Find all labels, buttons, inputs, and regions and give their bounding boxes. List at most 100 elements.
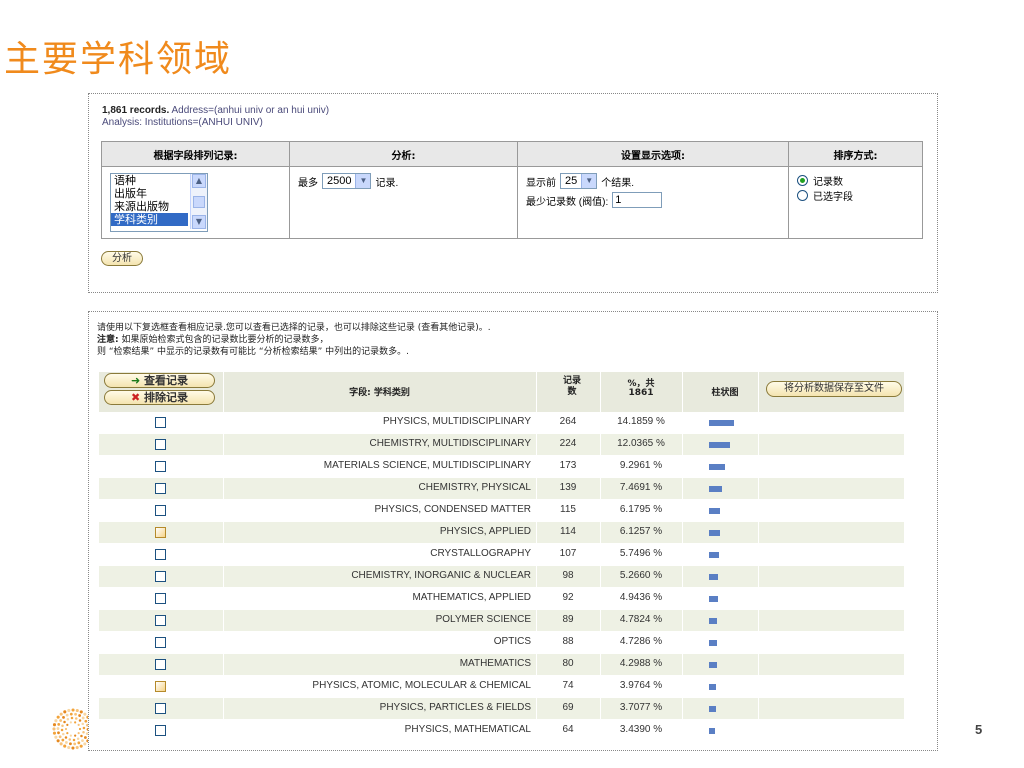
row-percent: 12.0365 % bbox=[617, 438, 665, 449]
row-field-label[interactable]: MATERIALS SCIENCE, MULTIDISCIPLINARY bbox=[324, 460, 531, 471]
column-count-header: 记录数 bbox=[562, 376, 581, 397]
row-checkbox[interactable] bbox=[155, 571, 166, 582]
note-line-2: 如果原始检索式包含的记录数比要分析的记录数多， bbox=[118, 335, 329, 345]
row-checkbox[interactable] bbox=[155, 593, 166, 604]
row-checkbox[interactable] bbox=[155, 681, 166, 692]
page-number: 5 bbox=[975, 722, 983, 737]
row-field-label[interactable]: OPTICS bbox=[494, 636, 531, 647]
row-count: 88 bbox=[562, 636, 574, 647]
row-bar bbox=[709, 530, 720, 536]
analyze-cell: 最多 2500 ▼ 记录. bbox=[289, 166, 518, 239]
row-field-label[interactable]: CHEMISTRY, MULTIDISCIPLINARY bbox=[369, 438, 531, 449]
row-field-label[interactable]: POLYMER SCIENCE bbox=[436, 614, 531, 625]
column-field-header: 字段: 学科类别 bbox=[349, 388, 410, 398]
row-checkbox[interactable] bbox=[155, 505, 166, 516]
row-count: 98 bbox=[562, 570, 574, 581]
save-to-file-button[interactable]: 将分析数据保存至文件 bbox=[766, 381, 902, 397]
row-checkbox[interactable] bbox=[155, 527, 166, 538]
row-checkbox[interactable] bbox=[155, 615, 166, 626]
row-field-label[interactable]: CHEMISTRY, INORGANIC & NUCLEAR bbox=[351, 570, 531, 581]
row-bar bbox=[709, 640, 717, 646]
analyze-button[interactable]: 分析 bbox=[101, 251, 143, 266]
row-bar bbox=[709, 662, 717, 668]
row-bar bbox=[709, 706, 716, 712]
row-field-label[interactable]: MATHEMATICS bbox=[460, 658, 531, 669]
row-count: 64 bbox=[562, 724, 574, 735]
row-percent: 6.1795 % bbox=[619, 504, 663, 515]
field-listbox[interactable]: 语种 出版年 来源出版物 学科类别 ▲ ▼ bbox=[110, 173, 208, 232]
row-checkbox[interactable] bbox=[155, 417, 166, 428]
row-bar bbox=[709, 552, 719, 558]
row-count: 224 bbox=[559, 438, 577, 449]
radio-selected-icon[interactable] bbox=[797, 175, 808, 186]
column-bar-header: 柱状图 bbox=[711, 388, 739, 398]
header-analyze: 分析: bbox=[289, 141, 518, 167]
row-bar bbox=[709, 574, 718, 580]
slide-title: 主要学科领域 bbox=[4, 39, 233, 80]
usage-notes: 请使用以下复选框查看相应记录.您可以查看已选择的记录，也可以排除这些记录 (查看… bbox=[97, 322, 491, 358]
row-count: 69 bbox=[562, 702, 574, 713]
scroll-thumb[interactable] bbox=[193, 196, 205, 208]
min-threshold-input[interactable]: 1 bbox=[612, 192, 663, 208]
exclude-records-label: 排除记录 bbox=[144, 391, 189, 404]
result-summary: 1,861 records. Address=(anhui univ or an… bbox=[102, 105, 329, 129]
row-count: 115 bbox=[560, 504, 576, 515]
row-percent: 6.1257 % bbox=[619, 526, 663, 537]
row-count: 74 bbox=[562, 680, 574, 691]
row-checkbox[interactable] bbox=[155, 637, 166, 648]
display-count-select[interactable]: 25 ▼ bbox=[560, 173, 598, 189]
row-field-label[interactable]: PHYSICS, APPLIED bbox=[440, 526, 531, 537]
row-bar bbox=[709, 618, 717, 624]
row-checkbox[interactable] bbox=[155, 439, 166, 450]
radio-icon[interactable] bbox=[797, 190, 808, 201]
row-field-label[interactable]: MATHEMATICS, APPLIED bbox=[412, 592, 531, 603]
row-checkbox[interactable] bbox=[155, 461, 166, 472]
row-count: 80 bbox=[562, 658, 574, 669]
sort-by-count-radio[interactable]: 记录数 bbox=[797, 173, 914, 188]
display-cell: 显示前 25 ▼ 个结果. 最少记录数 (阀值): 1 bbox=[517, 166, 789, 239]
row-checkbox[interactable] bbox=[155, 549, 166, 560]
row-field-label[interactable]: PHYSICS, ATOMIC, MOLECULAR & CHEMICAL bbox=[312, 680, 531, 691]
display-prefix: 显示前 bbox=[526, 177, 556, 189]
field-option-selected[interactable]: 学科类别 bbox=[111, 213, 188, 226]
row-percent: 7.4691 % bbox=[619, 482, 663, 493]
row-count: 173 bbox=[559, 460, 577, 471]
row-count: 264 bbox=[559, 416, 577, 427]
view-records-button[interactable]: ➜ 查看记录 bbox=[104, 373, 215, 388]
row-checkbox[interactable] bbox=[155, 483, 166, 494]
row-field-label[interactable]: CRYSTALLOGRAPHY bbox=[430, 548, 531, 559]
exclude-records-button[interactable]: ✖ 排除记录 bbox=[104, 390, 215, 405]
row-field-label[interactable]: CHEMISTRY, PHYSICAL bbox=[419, 482, 531, 493]
row-percent: 3.7077 % bbox=[619, 702, 663, 713]
address-query: Address=(anhui univ or an hui univ) bbox=[171, 105, 330, 116]
row-field-label[interactable]: PHYSICS, MATHEMATICAL bbox=[405, 724, 531, 735]
row-bar bbox=[709, 728, 715, 734]
row-checkbox[interactable] bbox=[155, 703, 166, 714]
scroll-down-icon[interactable]: ▼ bbox=[192, 215, 206, 229]
row-field-label[interactable]: PHYSICS, CONDENSED MATTER bbox=[375, 504, 532, 515]
row-percent: 4.9436 % bbox=[619, 592, 663, 603]
sort-cell: 记录数 已选字段 bbox=[788, 166, 923, 239]
row-bar bbox=[709, 684, 716, 690]
chevron-down-icon[interactable]: ▼ bbox=[355, 174, 371, 188]
row-checkbox[interactable] bbox=[155, 659, 166, 670]
note-line-1: 请使用以下复选框查看相应记录.您可以查看已选择的记录，也可以排除这些记录 (查看… bbox=[97, 323, 491, 333]
column-divider bbox=[682, 372, 683, 750]
sort-by-field-radio[interactable]: 已选字段 bbox=[797, 188, 914, 203]
row-count: 114 bbox=[560, 526, 576, 537]
listbox-scrollbar[interactable]: ▲ ▼ bbox=[190, 174, 207, 229]
header-display: 设置显示选项: bbox=[517, 141, 789, 167]
scroll-up-icon[interactable]: ▲ bbox=[192, 174, 206, 188]
row-count: 107 bbox=[559, 548, 577, 559]
results-panel: 请使用以下复选框查看相应记录.您可以查看已选择的记录，也可以排除这些记录 (查看… bbox=[88, 311, 938, 751]
field-list-cell: 语种 出版年 来源出版物 学科类别 ▲ ▼ bbox=[101, 166, 290, 239]
column-divider bbox=[600, 372, 601, 750]
row-checkbox[interactable] bbox=[155, 725, 166, 736]
row-bar bbox=[709, 596, 718, 602]
row-percent: 4.2988 % bbox=[619, 658, 663, 669]
analyze-limit-select[interactable]: 2500 ▼ bbox=[322, 173, 372, 189]
min-threshold-label: 最少记录数 (阀值): bbox=[526, 196, 609, 208]
chevron-down-icon[interactable]: ▼ bbox=[581, 174, 597, 188]
row-field-label[interactable]: PHYSICS, MULTIDISCIPLINARY bbox=[383, 416, 531, 427]
row-field-label[interactable]: PHYSICS, PARTICLES & FIELDS bbox=[380, 702, 531, 713]
